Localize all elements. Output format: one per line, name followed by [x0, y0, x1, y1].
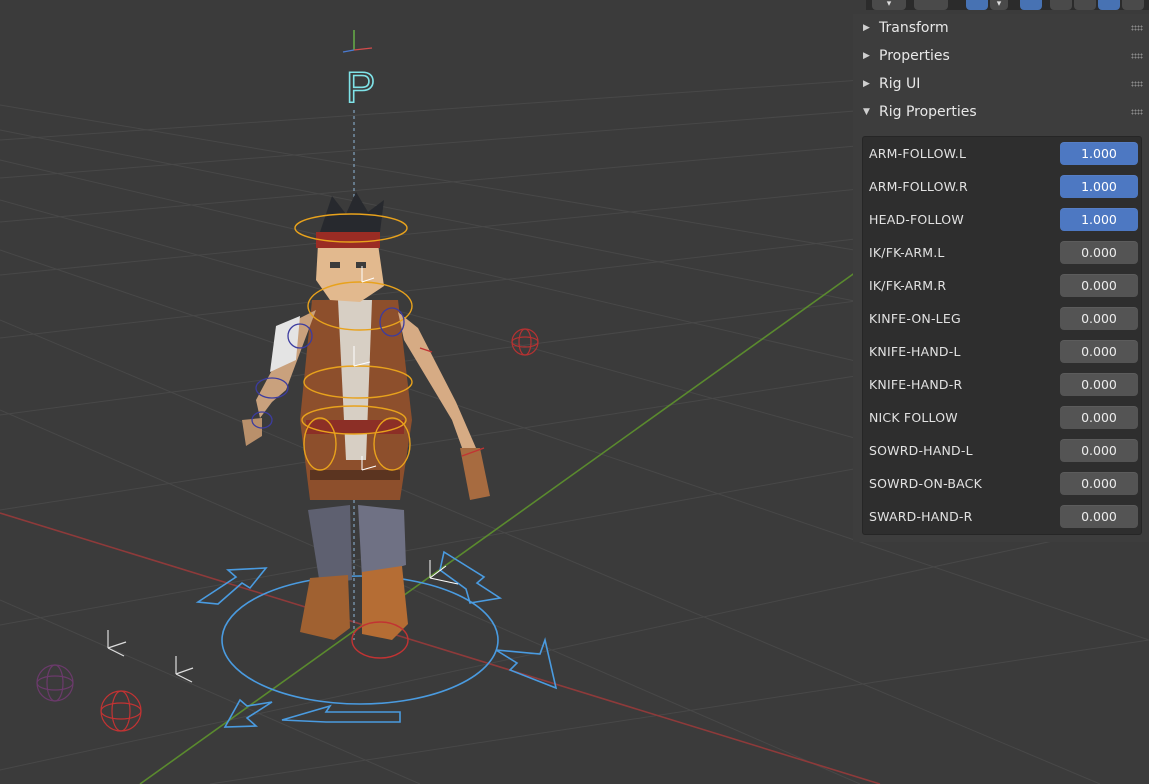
- panel-transform[interactable]: ▶ Transform: [853, 14, 1149, 42]
- property-row: ARM-FOLLOW.R 1.000: [863, 170, 1141, 203]
- property-label: SOWRD-HAND-L: [869, 443, 973, 458]
- property-label: SOWRD-ON-BACK: [869, 476, 982, 491]
- property-row: IK/FK-ARM.L 0.000: [863, 236, 1141, 269]
- property-value-field[interactable]: 0.000: [1060, 274, 1138, 297]
- collapsed-triangle-icon: ▶: [863, 79, 870, 89]
- overlay-icon[interactable]: [966, 0, 988, 10]
- property-label: ARM-FOLLOW.L: [869, 146, 967, 161]
- property-value-field[interactable]: 0.000: [1060, 406, 1138, 429]
- xray-icon[interactable]: [1020, 0, 1042, 10]
- property-value-field[interactable]: 0.000: [1060, 241, 1138, 264]
- collapsed-triangle-icon: ▶: [863, 51, 870, 61]
- collapsed-triangle-icon: ▶: [863, 23, 870, 33]
- panel-properties[interactable]: ▶ Properties: [853, 42, 1149, 70]
- wireframe-shading-icon[interactable]: [1050, 0, 1072, 10]
- character-mesh[interactable]: [242, 192, 490, 640]
- property-label: NICK FOLLOW: [869, 410, 958, 425]
- property-label: ARM-FOLLOW.R: [869, 179, 968, 194]
- panel-rig-ui[interactable]: ▶ Rig UI: [853, 70, 1149, 98]
- material-shading-icon[interactable]: [1098, 0, 1120, 10]
- panel-title: Rig UI: [879, 76, 921, 92]
- drag-grip-icon[interactable]: [1131, 109, 1143, 115]
- property-label: KNIFE-HAND-L: [869, 344, 961, 359]
- drag-grip-icon[interactable]: [1131, 81, 1143, 87]
- property-row: IK/FK-ARM.R 0.000: [863, 269, 1141, 302]
- property-label: IK/FK-ARM.L: [869, 245, 945, 260]
- panel-title: Properties: [879, 48, 950, 64]
- property-value-field[interactable]: 0.000: [1060, 472, 1138, 495]
- property-row: KINFE-ON-LEG 0.000: [863, 302, 1141, 335]
- property-label: IK/FK-ARM.R: [869, 278, 947, 293]
- property-row: SOWRD-ON-BACK 0.000: [863, 467, 1141, 500]
- property-value-field[interactable]: 0.000: [1060, 373, 1138, 396]
- drag-grip-icon[interactable]: [1131, 53, 1143, 59]
- drag-grip-icon[interactable]: [1131, 25, 1143, 31]
- property-row: ARM-FOLLOW.L 1.000: [863, 137, 1141, 170]
- overlay-dropdown[interactable]: ▾: [990, 0, 1008, 10]
- left-ground-gizmos[interactable]: [36, 630, 194, 732]
- property-label: HEAD-FOLLOW: [869, 212, 964, 227]
- property-value-field[interactable]: 1.000: [1060, 208, 1138, 231]
- rendered-shading-icon[interactable]: [1122, 0, 1144, 10]
- target-gizmo-right[interactable]: [511, 328, 539, 356]
- rig-properties-list: ARM-FOLLOW.L 1.000 ARM-FOLLOW.R 1.000 HE…: [862, 136, 1142, 535]
- panel-title: Rig Properties: [879, 104, 977, 120]
- property-row: KNIFE-HAND-R 0.000: [863, 368, 1141, 401]
- bone-tools-icon[interactable]: [914, 0, 948, 10]
- x-axis-line: [0, 512, 881, 784]
- parent-bone-gizmo[interactable]: [342, 30, 373, 53]
- property-value-field[interactable]: 1.000: [1060, 142, 1138, 165]
- panel-title: Transform: [879, 20, 949, 36]
- property-row: HEAD-FOLLOW 1.000: [863, 203, 1141, 236]
- property-row: NICK FOLLOW 0.000: [863, 401, 1141, 434]
- select-cursor-icon[interactable]: ▾: [872, 0, 906, 10]
- bone-group-label[interactable]: P: [345, 62, 376, 113]
- expanded-triangle-icon: ▼: [863, 107, 870, 117]
- property-label: SWARD-HAND-R: [869, 509, 973, 524]
- property-value-field[interactable]: 0.000: [1060, 505, 1138, 528]
- solid-shading-icon[interactable]: [1074, 0, 1096, 10]
- panel-rig-properties[interactable]: ▼ Rig Properties: [853, 98, 1149, 126]
- property-label: KINFE-ON-LEG: [869, 311, 961, 326]
- property-row: KNIFE-HAND-L 0.000: [863, 335, 1141, 368]
- property-value-field[interactable]: 1.000: [1060, 175, 1138, 198]
- property-value-field[interactable]: 0.000: [1060, 439, 1138, 462]
- sidebar-n-panel: ▶ Transform ▶ Properties ▶ Rig UI ▼ Rig …: [853, 14, 1149, 542]
- viewport-header: ▾ ▾: [866, 0, 1149, 10]
- property-value-field[interactable]: 0.000: [1060, 340, 1138, 363]
- property-label: KNIFE-HAND-R: [869, 377, 963, 392]
- property-row: SWARD-HAND-R 0.000: [863, 500, 1141, 533]
- property-value-field[interactable]: 0.000: [1060, 307, 1138, 330]
- property-row: SOWRD-HAND-L 0.000: [863, 434, 1141, 467]
